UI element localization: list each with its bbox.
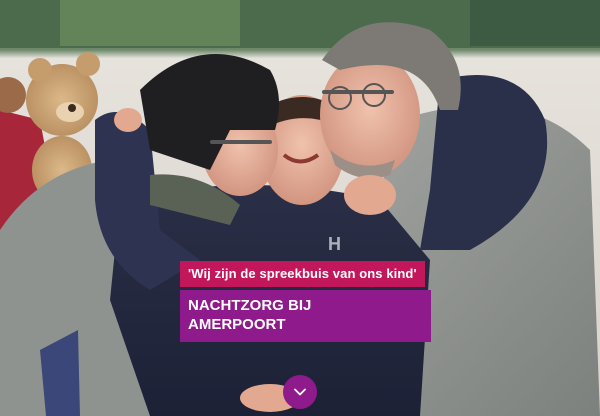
hero-title[interactable]: NACHTZORG BIJ AMERPOORT xyxy=(180,290,431,342)
quote-caption: 'Wij zijn de spreekbuis van ons kind' xyxy=(180,261,425,287)
svg-text:H: H xyxy=(328,234,341,254)
hero-photo: H xyxy=(0,0,600,416)
hero-banner: H 'Wij zijn de spreekbuis van ons kind' … xyxy=(0,0,600,416)
scroll-down-button[interactable] xyxy=(283,375,317,409)
chevron-down-icon xyxy=(294,388,306,396)
quote-text: 'Wij zijn de spreekbuis van ons kind' xyxy=(188,266,417,281)
hero-title-line-2: AMERPOORT xyxy=(188,316,286,333)
hero-title-line-1: NACHTZORG BIJ xyxy=(188,297,312,314)
